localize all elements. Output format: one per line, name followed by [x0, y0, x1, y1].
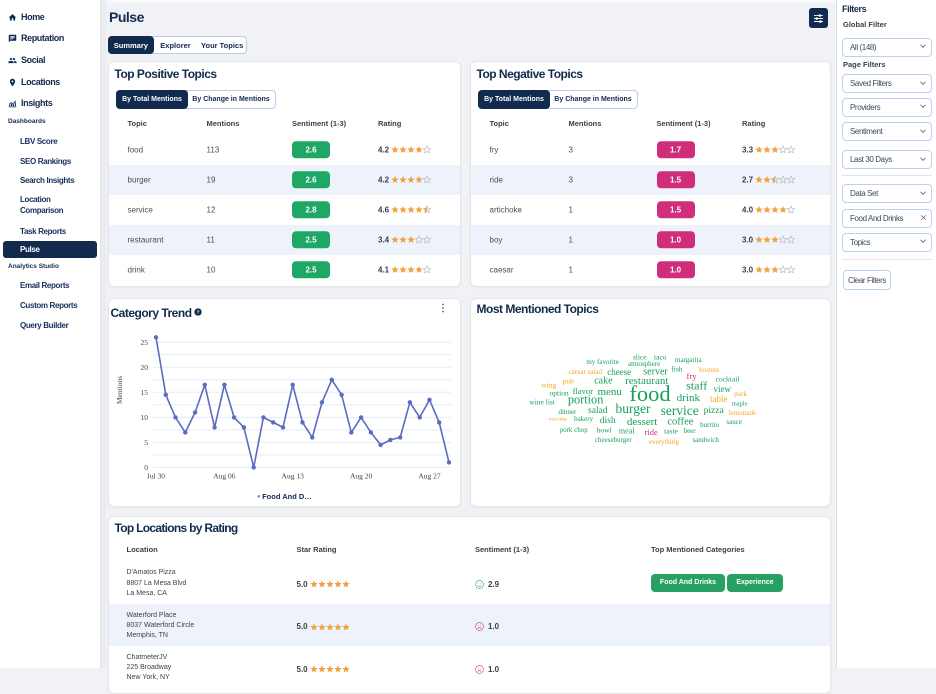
- svg-text:Jul 30: Jul 30: [147, 472, 165, 481]
- svg-text:Aug 20: Aug 20: [350, 472, 373, 481]
- svg-text:5: 5: [144, 438, 148, 447]
- svg-text:10: 10: [141, 413, 149, 422]
- svg-text:Aug 27: Aug 27: [418, 472, 441, 481]
- svg-text:25: 25: [141, 338, 149, 347]
- svg-text:Aug 13: Aug 13: [282, 472, 305, 481]
- svg-text:20: 20: [141, 363, 149, 372]
- svg-text:15: 15: [141, 388, 149, 397]
- svg-text:Aug 06: Aug 06: [213, 472, 236, 481]
- svg-text:Mentions: Mentions: [115, 376, 124, 404]
